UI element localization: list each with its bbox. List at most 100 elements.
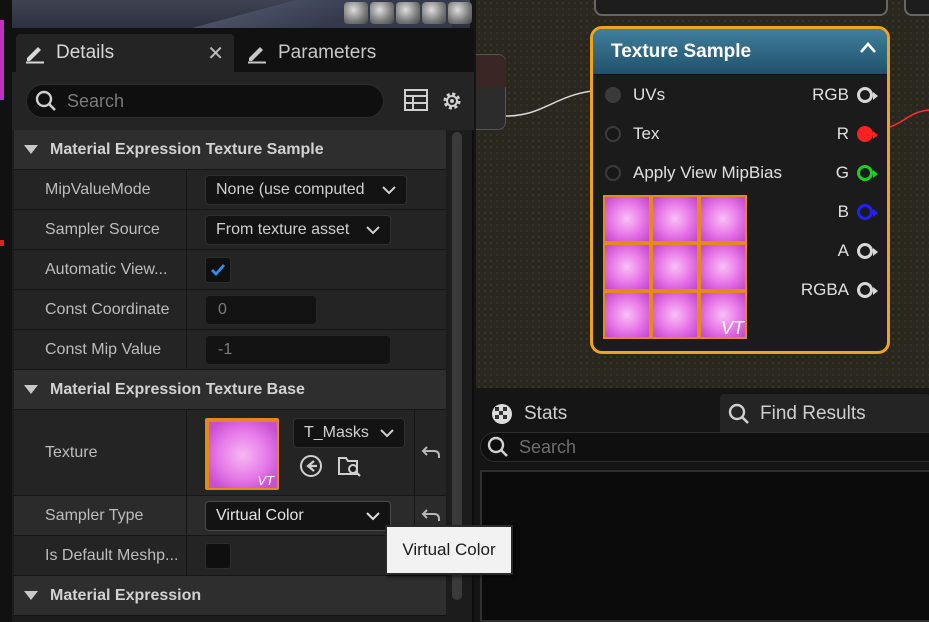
use-selected-asset-icon[interactable]	[299, 454, 323, 478]
property-label: Const Coordinate	[14, 290, 187, 329]
section-texture-sample[interactable]: Material Expression Texture Sample	[14, 130, 446, 170]
input-pin-uvs[interactable]: UVs	[605, 85, 665, 105]
section-title: Material Expression	[50, 586, 202, 604]
collapse-triangle-icon	[24, 591, 38, 600]
texture-asset-dropdown[interactable]: T_Masks	[293, 418, 405, 448]
pin-socket	[857, 126, 878, 142]
dropdown-value: Virtual Color	[216, 506, 304, 524]
texture-sample-node[interactable]: Texture Sample UVs Tex Apply View MipBia…	[590, 26, 890, 354]
pin-label: G	[835, 163, 849, 182]
reset-to-default-button[interactable]	[414, 410, 446, 495]
dropdown-value: T_Masks	[304, 424, 369, 441]
output-pin-g[interactable]: G	[835, 163, 878, 183]
tab-find-results[interactable]: Find Results	[720, 394, 929, 434]
output-pin-a[interactable]: A	[838, 241, 878, 261]
property-value: VT T_Masks	[187, 410, 446, 495]
pencil-icon	[248, 47, 266, 64]
property-list: Material Expression Texture Sample MipVa…	[14, 130, 446, 616]
node-title: Texture Sample	[611, 40, 752, 62]
output-pin-rgb[interactable]: RGB	[812, 85, 878, 105]
section-material-expression[interactable]: Material Expression	[14, 576, 446, 616]
is-default-meshpaint-checkbox[interactable]	[205, 542, 231, 569]
search-icon	[728, 403, 749, 424]
find-results-search-input[interactable]	[519, 436, 899, 458]
row-is-default-meshpaint: Is Default Meshp...	[14, 536, 446, 576]
bottom-panel: Stats Find Results	[476, 388, 929, 622]
output-pin-rgba[interactable]: RGBA	[800, 280, 878, 300]
left-edge-red-mark	[0, 240, 4, 246]
pin-socket	[605, 126, 621, 142]
pin-label: UVs	[633, 85, 666, 104]
node-title-bar[interactable]: Texture Sample	[593, 29, 887, 75]
preview-shape-bar	[344, 2, 472, 24]
pin-label: B	[837, 202, 849, 221]
automatic-view-checkbox[interactable]	[205, 256, 231, 283]
property-label: Texture	[14, 410, 187, 495]
section-texture-base[interactable]: Material Expression Texture Base	[14, 370, 446, 410]
cylinder-preview-icon[interactable]	[344, 2, 368, 24]
pin-label: Tex	[633, 124, 660, 143]
pin-socket	[857, 243, 878, 259]
const-coordinate-field[interactable]: 0	[205, 294, 317, 325]
upstream-node[interactable]	[594, 0, 888, 16]
material-graph[interactable]: Texture Sample UVs Tex Apply View MipBia…	[476, 0, 929, 388]
browse-asset-icon[interactable]	[337, 454, 363, 478]
tab-stats-label: Stats	[524, 403, 568, 424]
pin-label: RGB	[812, 85, 849, 104]
material-editor: Details ✕ Parameters Material Expression…	[0, 0, 929, 622]
collapse-triangle-icon	[24, 145, 38, 154]
row-sampler-type: Sampler Type Virtual Color	[14, 496, 446, 536]
chevron-down-icon	[366, 225, 380, 234]
details-search-row	[12, 72, 474, 130]
cube-preview-icon[interactable]	[422, 2, 446, 24]
sampler-type-dropdown[interactable]: Virtual Color	[205, 500, 391, 531]
details-search-input[interactable]	[67, 90, 367, 112]
custom-mesh-preview-icon[interactable]	[448, 2, 472, 24]
find-results-search[interactable]	[480, 432, 929, 462]
tab-stats[interactable]: Stats	[482, 394, 718, 434]
chevron-down-icon	[366, 511, 380, 520]
left-connected-node[interactable]	[476, 54, 506, 130]
pin-label: Apply View MipBias	[633, 163, 782, 182]
chevron-up-icon[interactable]	[859, 41, 877, 55]
pin-label: RGBA	[800, 280, 849, 299]
row-mip-value-mode: MipValueMode None (use computed	[14, 170, 446, 210]
input-pin-apply-view-mipbias[interactable]: Apply View MipBias	[605, 163, 782, 183]
property-label: Sampler Type	[14, 496, 187, 535]
virtual-texture-badge: VT	[257, 473, 274, 488]
close-icon[interactable]: ✕	[207, 41, 224, 66]
plane-preview-icon[interactable]	[396, 2, 420, 24]
sphere-preview-icon[interactable]	[370, 2, 394, 24]
texture-thumbnail[interactable]: VT	[205, 418, 279, 490]
mip-value-mode-dropdown[interactable]: None (use computed	[205, 174, 407, 205]
sampler-source-dropdown[interactable]: From texture asset	[205, 214, 391, 245]
property-value	[187, 250, 446, 289]
property-value: -1	[187, 330, 446, 369]
tab-parameters[interactable]: Parameters	[238, 34, 468, 72]
tab-details[interactable]: Details ✕	[16, 34, 234, 72]
tab-parameters-label: Parameters	[278, 42, 377, 63]
chevron-down-icon	[382, 185, 396, 194]
input-pin-tex[interactable]: Tex	[605, 124, 659, 144]
dropdown-value: None (use computed	[216, 180, 365, 198]
sampler-type-tooltip: Virtual Color	[385, 525, 513, 575]
property-label: MipValueMode	[14, 170, 187, 209]
pin-socket	[857, 165, 878, 181]
gear-icon[interactable]	[440, 89, 464, 113]
find-results-list[interactable]	[480, 470, 929, 622]
property-value: None (use computed	[187, 170, 446, 209]
details-search[interactable]	[26, 84, 384, 118]
row-automatic-view: Automatic View...	[14, 250, 446, 290]
preview-viewport[interactable]	[12, 0, 472, 28]
chevron-down-icon	[380, 429, 394, 438]
const-mip-value-field[interactable]: -1	[205, 334, 391, 365]
pencil-icon	[26, 47, 44, 64]
undo-arrow-icon	[421, 445, 440, 458]
output-pin-b[interactable]: B	[837, 202, 878, 222]
tab-find-results-label: Find Results	[760, 403, 866, 424]
pin-socket	[605, 165, 621, 181]
collapse-triangle-icon	[24, 385, 38, 394]
table-view-icon[interactable]	[404, 89, 428, 111]
output-pin-r[interactable]: R	[837, 124, 878, 144]
upstream-node[interactable]	[904, 0, 929, 16]
